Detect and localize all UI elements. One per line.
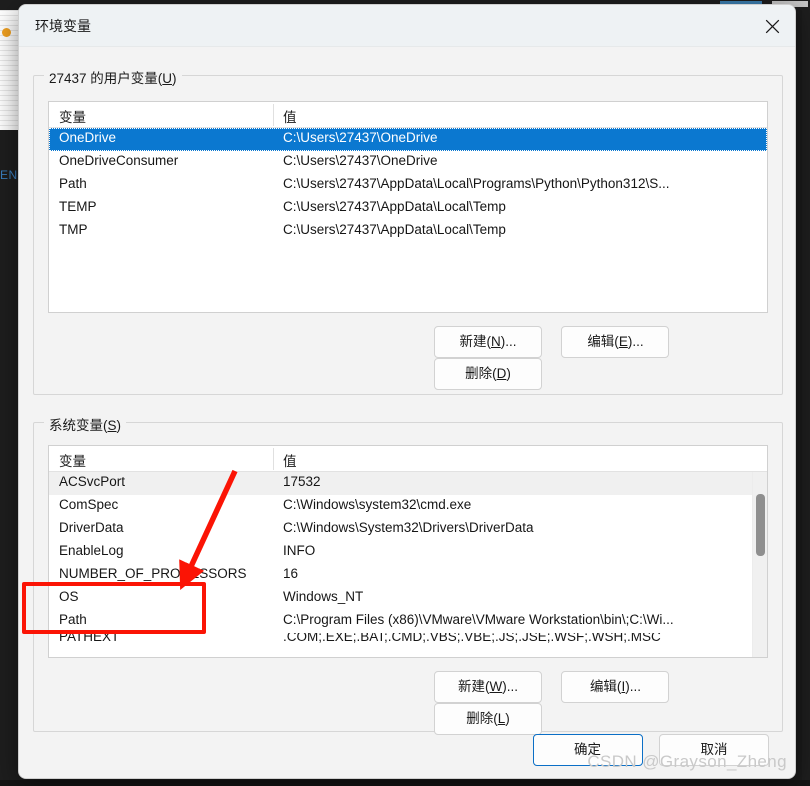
btn-accel: W (489, 679, 503, 694)
table-row[interactable]: TEMP C:\Users\27437\AppData\Local\Temp (49, 197, 767, 220)
variable-name: TEMP (59, 199, 97, 214)
new-user-variable-button[interactable]: 新建(N)... (434, 326, 542, 358)
variable-name: NUMBER_OF_PROCESSORS (59, 566, 247, 581)
background-bottom-strip (0, 780, 810, 786)
table-row[interactable]: OneDriveConsumer C:\Users\27437\OneDrive (49, 151, 767, 174)
btn-accel: E (618, 334, 628, 349)
variable-name: ComSpec (59, 497, 119, 512)
table-row[interactable]: Path C:\Program Files (x86)\VMware\VMwar… (49, 610, 767, 633)
variable-value: .COM;.EXE;.BAT;.CMD;.VBS;.VBE;.JS;.JSE;.… (283, 633, 661, 643)
btn-prefix: 编辑( (589, 679, 622, 694)
background-right-strip (802, 10, 810, 786)
user-col-value[interactable]: 值 (283, 106, 297, 126)
edit-system-variable-button[interactable]: 编辑(I)... (561, 671, 670, 703)
table-row[interactable]: EnableLog INFO (49, 541, 767, 564)
btn-suffix: )... (625, 679, 641, 694)
btn-prefix: 编辑( (587, 334, 619, 349)
dialog-titlebar[interactable]: 环境变量 (19, 5, 795, 47)
scrollbar-thumb[interactable] (756, 494, 765, 556)
variable-value: C:\Users\27437\OneDrive (283, 130, 438, 145)
variable-value: C:\Users\27437\AppData\Local\Temp (283, 199, 506, 214)
user-variables-buttons: 新建(N)... 编辑(E)... 删除(D) (434, 326, 782, 390)
variable-value: C:\Users\27437\AppData\Local\Temp (283, 222, 506, 237)
edit-user-variable-button[interactable]: 编辑(E)... (561, 326, 670, 358)
close-icon (765, 19, 780, 34)
user-col-name[interactable]: 变量 (59, 106, 86, 126)
user-variables-legend: 27437 的用户变量(U) (44, 67, 182, 87)
delete-system-variable-button[interactable]: 删除(L) (434, 703, 542, 735)
variable-value: 17532 (283, 474, 321, 489)
btn-prefix: 删除( (466, 711, 498, 726)
table-row[interactable]: NUMBER_OF_PROCESSORS 16 (49, 564, 767, 587)
system-list-rows: ACSvcPort 17532 ComSpec C:\Windows\syste… (49, 472, 767, 643)
btn-prefix: 新建( (458, 679, 490, 694)
variable-name: TMP (59, 222, 88, 237)
variable-value: 16 (283, 566, 299, 581)
system-variables-listview[interactable]: 变量 值 ACSvcPort 17532 ComSpec C:\Windows\… (48, 445, 768, 658)
variable-name: OneDrive (59, 130, 117, 145)
btn-suffix: )... (627, 334, 644, 349)
btn-suffix: )... (502, 679, 518, 694)
variable-name: ACSvcPort (59, 474, 126, 489)
variable-name: OneDriveConsumer (59, 153, 179, 168)
table-row[interactable]: PATHEXT .COM;.EXE;.BAT;.CMD;.VBS;.VBE;.J… (49, 633, 767, 643)
table-row[interactable]: ComSpec C:\Windows\system32\cmd.exe (49, 495, 767, 518)
btn-accel: N (491, 334, 501, 349)
user-legend-accel: U (162, 71, 173, 86)
environment-variables-dialog: 环境变量 27437 的用户变量(U) 变量 值 OneDrive C:\Use… (18, 4, 796, 779)
user-legend-prefix: 27437 的用户变量( (49, 71, 163, 86)
user-list-rows: OneDrive C:\Users\27437\OneDrive OneDriv… (49, 128, 767, 243)
delete-user-variable-button[interactable]: 删除(D) (434, 358, 542, 390)
system-list-scrollbar[interactable] (752, 472, 767, 657)
system-col-name[interactable]: 变量 (59, 450, 86, 470)
variable-name: Path (59, 612, 87, 627)
variable-name: Path (59, 176, 87, 191)
dialog-body: 27437 的用户变量(U) 变量 值 OneDrive C:\Users\27… (19, 47, 795, 778)
watermark: CSDN @Grayson_Zheng (587, 752, 787, 771)
system-variables-legend: 系统变量(S) (44, 414, 127, 434)
variable-value: C:\Windows\system32\cmd.exe (283, 497, 472, 512)
variable-name: OS (59, 589, 79, 604)
system-col-value[interactable]: 值 (283, 450, 297, 470)
table-row[interactable]: TMP C:\Users\27437\AppData\Local\Temp (49, 220, 767, 243)
dialog-title: 环境变量 (35, 18, 91, 34)
screen: EN 环境变量 27437 的用户变量(U) 变量 值 OneDrive C:\… (0, 0, 810, 786)
table-row[interactable]: OS Windows_NT (49, 587, 767, 610)
user-col-divider (273, 104, 274, 126)
btn-suffix: )... (500, 334, 517, 349)
user-variables-group: 27437 的用户变量(U) 变量 值 OneDrive C:\Users\27… (33, 67, 783, 395)
user-list-header: 变量 值 (49, 102, 767, 128)
btn-suffix: ) (506, 366, 511, 381)
table-row[interactable]: OneDrive C:\Users\27437\OneDrive (49, 128, 767, 151)
btn-prefix: 新建( (459, 334, 492, 349)
system-col-divider (273, 448, 274, 470)
variable-value: C:\Users\27437\OneDrive (283, 153, 438, 168)
sys-legend-suffix: ) (116, 418, 122, 433)
variable-value: C:\Program Files (x86)\VMware\VMware Wor… (283, 612, 674, 627)
btn-prefix: 删除( (465, 366, 497, 381)
table-row[interactable]: Path C:\Users\27437\AppData\Local\Progra… (49, 174, 767, 197)
variable-value: INFO (283, 543, 316, 558)
variable-value: C:\Windows\System32\Drivers\DriverData (283, 520, 534, 535)
variable-name: DriverData (59, 520, 124, 535)
sys-legend-prefix: 系统变量( (49, 418, 108, 433)
variable-name: EnableLog (59, 543, 124, 558)
btn-suffix: ) (505, 711, 510, 726)
system-variables-buttons: 新建(W)... 编辑(I)... 删除(L) (434, 671, 782, 735)
system-variables-group: 系统变量(S) 变量 值 ACSvcPort 17532 ComSpec C:\… (33, 414, 783, 735)
user-variables-listview[interactable]: 变量 值 OneDrive C:\Users\27437\OneDrive On… (48, 101, 768, 313)
system-list-header: 变量 值 (49, 446, 767, 472)
table-row[interactable]: DriverData C:\Windows\System32\Drivers\D… (49, 518, 767, 541)
user-legend-suffix: ) (172, 71, 177, 86)
table-row[interactable]: ACSvcPort 17532 (49, 472, 767, 495)
sys-legend-accel: S (107, 418, 117, 433)
variable-name: PATHEXT (59, 633, 120, 643)
variable-value: C:\Users\27437\AppData\Local\Programs\Py… (283, 176, 670, 191)
new-system-variable-button[interactable]: 新建(W)... (434, 671, 542, 703)
btn-accel: D (496, 366, 507, 381)
background-ime-indicator: EN (0, 168, 18, 182)
background-bullet-icon (2, 28, 11, 37)
variable-value: Windows_NT (283, 589, 364, 604)
close-button[interactable] (749, 5, 795, 47)
